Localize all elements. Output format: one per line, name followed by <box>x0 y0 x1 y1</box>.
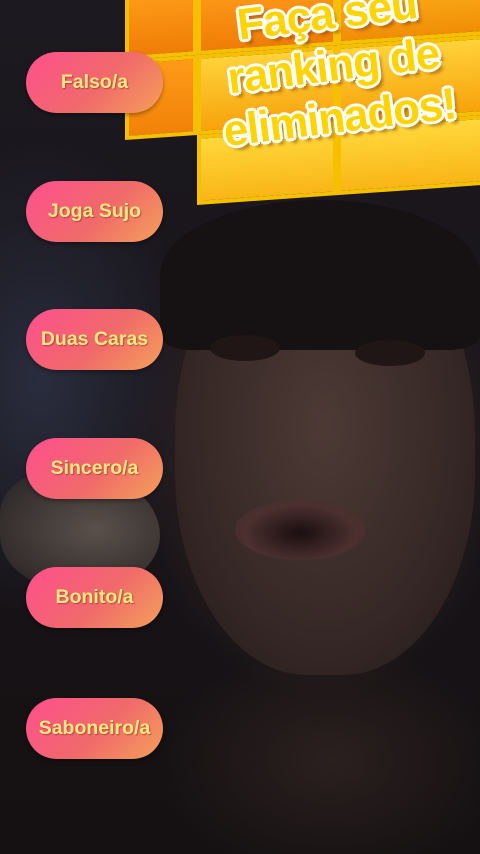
label-pill-sincero[interactable]: Sincero/a <box>26 438 163 499</box>
label-pill-saboneiro[interactable]: Saboneiro/a <box>26 698 163 759</box>
label-pill-duas-caras[interactable]: Duas Caras <box>26 309 163 370</box>
hair <box>160 200 480 350</box>
left-eye <box>210 335 280 361</box>
label-pill-joga-sujo[interactable]: Joga Sujo <box>26 181 163 242</box>
label-pill-bonito[interactable]: Bonito/a <box>26 567 163 628</box>
label-pill-falso[interactable]: Falso/a <box>26 52 163 113</box>
camera-view: Faça seu ranking de eliminados! Falso/a … <box>0 0 480 854</box>
right-eye <box>355 340 425 366</box>
mouth <box>235 500 365 560</box>
